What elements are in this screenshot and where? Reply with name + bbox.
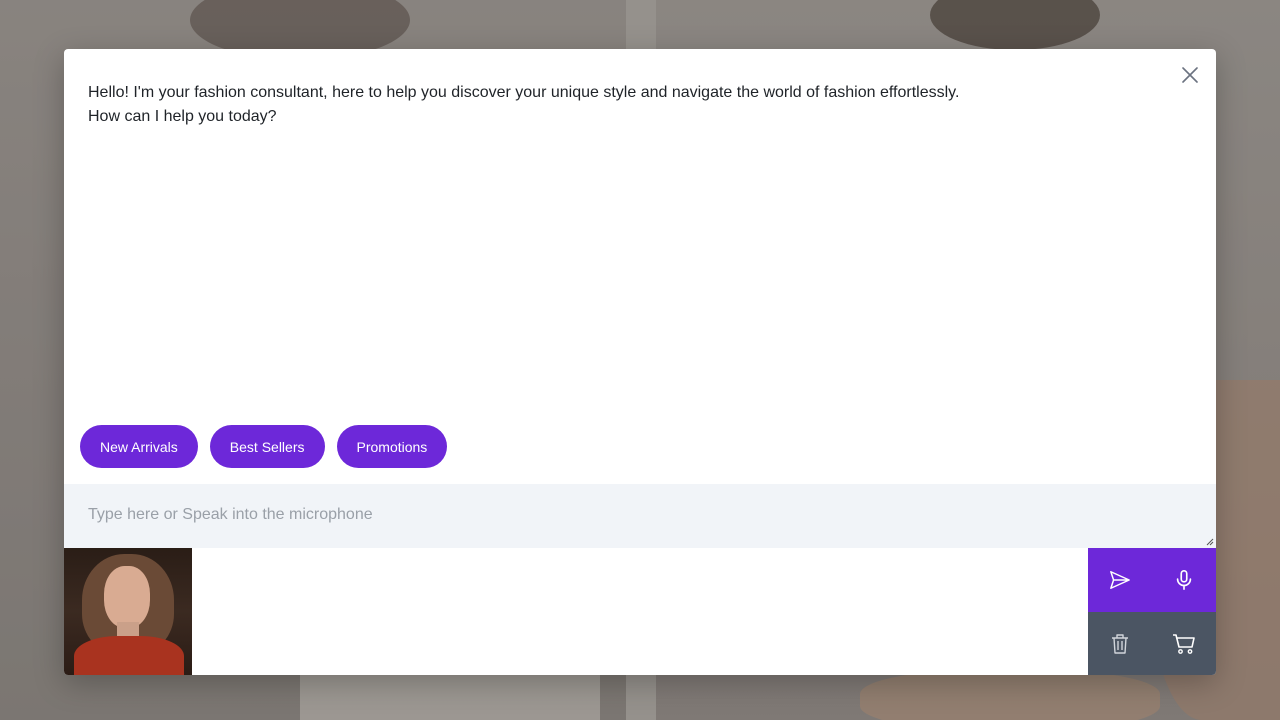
message-input-area xyxy=(64,484,1216,548)
microphone-button[interactable] xyxy=(1152,548,1216,612)
bottom-row xyxy=(64,548,1216,675)
clear-chat-button[interactable] xyxy=(1088,612,1152,675)
close-button[interactable] xyxy=(1178,63,1202,87)
close-icon xyxy=(1182,67,1198,83)
cart-button[interactable] xyxy=(1152,612,1216,675)
resize-handle-icon[interactable] xyxy=(1206,538,1214,546)
best-sellers-button[interactable]: Best Sellers xyxy=(209,425,325,468)
assistant-message: Hello! I'm your fashion consultant, here… xyxy=(88,81,1168,129)
promotions-button[interactable]: Promotions xyxy=(336,425,448,468)
greeting-line-1: Hello! I'm your fashion consultant, here… xyxy=(88,84,960,101)
send-icon xyxy=(1110,571,1130,589)
cart-icon xyxy=(1173,633,1195,654)
chat-modal: Hello! I'm your fashion consultant, here… xyxy=(64,49,1216,675)
trash-icon xyxy=(1112,633,1128,654)
consultant-avatar xyxy=(64,548,192,675)
action-buttons xyxy=(1088,548,1216,675)
message-input[interactable] xyxy=(64,484,1216,548)
quick-replies: New Arrivals Best Sellers Promotions xyxy=(80,425,448,468)
greeting-line-2: How can I help you today? xyxy=(88,108,277,125)
microphone-icon xyxy=(1176,570,1192,590)
send-button[interactable] xyxy=(1088,548,1152,612)
new-arrivals-button[interactable]: New Arrivals xyxy=(80,425,198,468)
